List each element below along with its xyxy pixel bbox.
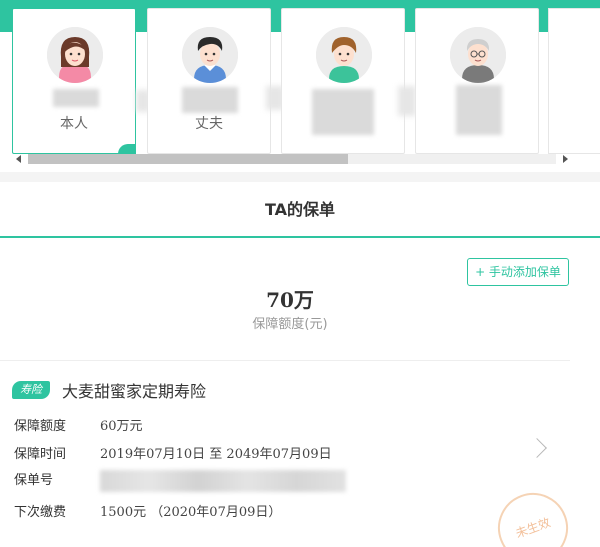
family-member-strip: 本人 丈夫 [0, 0, 600, 170]
total-coverage-amount: 70万 [266, 288, 314, 312]
member-relation: 丈夫 [195, 116, 223, 132]
period-row: 保障时间 2019年07月10日 至 2049年07月09日 [14, 443, 332, 462]
horizontal-scrollbar[interactable] [14, 152, 570, 166]
next-payment-value: 1500元 （2020年07月09日） [100, 505, 282, 520]
policy-name: 大麦甜蜜家定期寿险 [62, 382, 207, 401]
total-coverage-label: 保障额度(元) [252, 317, 328, 332]
policy-number-label: 保单号 [14, 473, 54, 488]
period-value: 2019年07月10日 至 2049年07月09日 [100, 447, 332, 462]
member-card-child[interactable] [281, 8, 405, 154]
member-name-blurred [182, 87, 238, 113]
policy-number-blurred [100, 469, 346, 492]
section-gap [0, 172, 600, 182]
avatar-man [182, 27, 238, 83]
add-policy-button[interactable]: + 手动添加保单 [467, 258, 569, 286]
scroll-right-arrow-icon[interactable] [563, 155, 568, 163]
policy-card[interactable]: 寿险 大麦甜蜜家定期寿险 保障额度 60万元 保障时间 2019年07月10日 至 … [0, 361, 580, 547]
member-name-blurred [312, 89, 374, 135]
period-label: 保障时间 [14, 447, 67, 462]
member-card-elder[interactable] [415, 8, 539, 154]
scroll-thumb[interactable] [28, 154, 348, 164]
member-name-blurred [53, 89, 99, 107]
policy-type-badge: 寿险 [12, 381, 50, 399]
policy-number-row: 保单号 [14, 469, 346, 492]
status-stamp: 未生效 [488, 483, 578, 547]
chevron-right-icon[interactable] [527, 438, 547, 458]
section-title-bar: TA的保单 [0, 182, 600, 238]
avatar-woman [47, 27, 103, 83]
next-payment-row: 下次缴费 1500元 （2020年07月09日） [14, 501, 281, 520]
coverage-label: 保障额度 [14, 419, 67, 434]
avatar-boy [316, 27, 372, 83]
scroll-left-arrow-icon[interactable] [16, 155, 21, 163]
scroll-track[interactable] [28, 154, 556, 164]
member-card-partial[interactable] [548, 8, 600, 154]
member-card-self[interactable]: 本人 [12, 8, 136, 154]
member-card-husband[interactable]: 丈夫 [147, 8, 271, 154]
next-payment-label: 下次缴费 [14, 505, 67, 520]
coverage-row: 保障额度 60万元 [14, 415, 143, 434]
coverage-value: 60万元 [100, 419, 143, 434]
member-name-blurred [456, 85, 502, 135]
avatar-elder [450, 27, 506, 83]
section-title: TA的保单 [264, 200, 336, 219]
member-relation: 本人 [60, 116, 88, 132]
